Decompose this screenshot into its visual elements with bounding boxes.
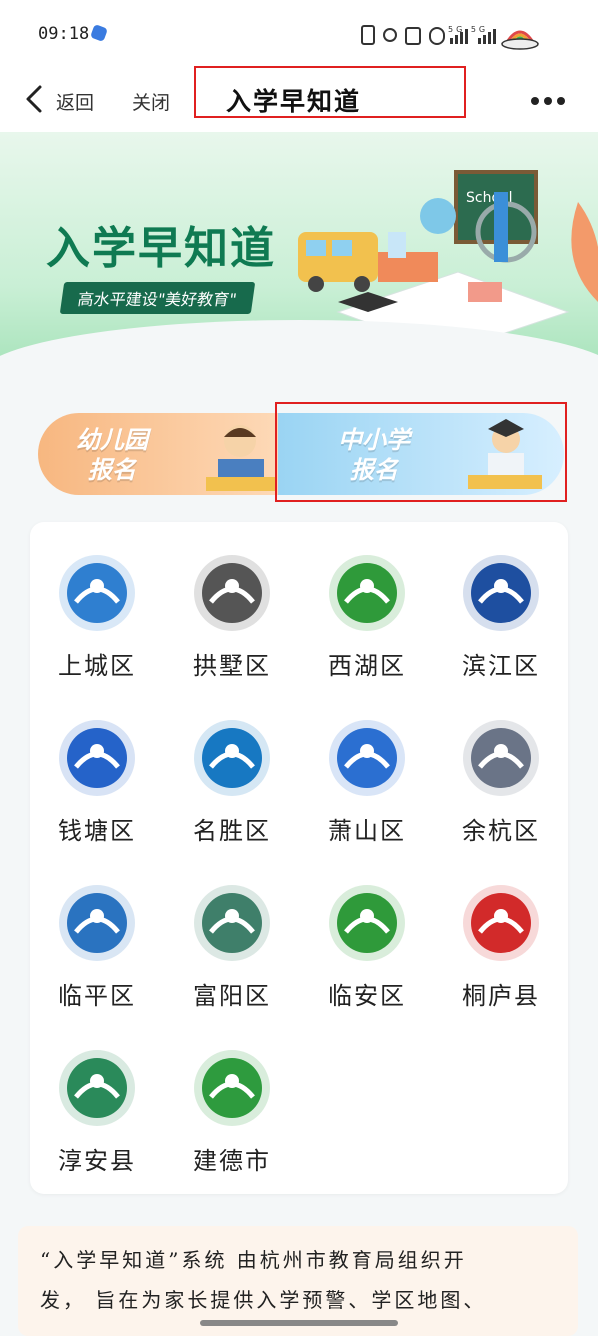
page-title: 入学早知道 [226,87,362,116]
xiaoshan-logo-icon [328,719,406,797]
hero-banner: 入学早知道 高水平建设"美好教育" School [0,132,598,390]
district-label: 名胜区 [193,817,271,845]
district-item[interactable]: 富阳区 [165,852,299,1012]
close-button[interactable]: 关闭 [132,88,170,115]
binjiang-logo-icon [462,554,540,632]
banner-title: 入学早知道 [46,223,276,274]
district-grid: 上城区 拱墅区 西湖区 滨江区钱塘区 名胜区 萧山区 余杭区临平区 富阳区 临安区 桐庐县淳安县 建… [30,522,568,1194]
district-item[interactable]: 滨江区 [434,522,568,682]
district-item[interactable]: 拱墅区 [165,522,299,682]
home-indicator[interactable] [200,1320,398,1326]
status-bar: 09:18 5G 5G [0,0,598,70]
chunan-logo-icon [58,1049,136,1127]
district-item[interactable]: 临安区 [300,852,434,1012]
banner-subtitle: 高水平建设"美好教育" [59,282,255,314]
district-item[interactable]: 名胜区 [165,687,299,847]
status-icons-svg: 5G 5G [361,25,539,50]
district-label: 富阳区 [193,982,271,1010]
info-line-2: 发， 旨在为家长提供入学预警、学区地图、 [40,1288,487,1312]
district-label: 桐庐县 [462,982,540,1010]
district-label: 临安区 [328,982,406,1010]
qiantang-logo-icon [58,719,136,797]
district-item[interactable]: 淳安县 [30,1017,164,1177]
district-item[interactable]: 上城区 [30,522,164,682]
kindergarten-label-line2: 报名 [88,456,136,484]
district-item[interactable]: 钱塘区 [30,687,164,847]
district-item[interactable]: 临平区 [30,852,164,1012]
district-label: 上城区 [58,652,136,680]
district-label: 拱墅区 [193,652,271,680]
back-arrow-icon[interactable] [22,84,48,114]
district-label: 钱塘区 [58,817,136,845]
shangcheng-logo-icon [58,554,136,632]
more-options-icon[interactable] [530,96,566,106]
district-label: 淳安县 [58,1147,136,1175]
linan-logo-icon [328,884,406,962]
fuyang-logo-icon [193,884,271,962]
signal-icons: 5G 5G [358,20,558,54]
district-card: 上城区 拱墅区 西湖区 滨江区钱塘区 名胜区 萧山区 余杭区临平区 富阳区 临安区 桐庐县淳安县 建… [30,522,568,1194]
district-item[interactable]: 桐庐县 [434,852,568,1012]
tonglu-logo-icon [462,884,540,962]
district-label: 萧山区 [328,817,406,845]
linping-logo-icon [58,884,136,962]
gongshu-logo-icon [193,554,271,632]
district-label: 滨江区 [462,652,540,680]
district-label: 余杭区 [462,817,540,845]
status-time: 09:18 [38,24,90,44]
app-notification-icon [90,24,108,42]
xihu-logo-icon [328,554,406,632]
district-label: 西湖区 [328,652,406,680]
mingsheng-logo-icon [193,719,271,797]
info-line-1: “入学早知道”系统 由杭州市教育局组织开 [40,1248,467,1272]
kindergarten-label-line1: 幼儿园 [76,426,148,454]
district-label: 临平区 [58,982,136,1010]
nav-bar: 返回 关闭 入学早知道 [0,66,598,132]
jiande-logo-icon [193,1049,271,1127]
district-item[interactable]: 建德市 [165,1017,299,1177]
child-reading-icon [206,425,276,491]
district-label: 建德市 [193,1147,271,1175]
district-item[interactable]: 余杭区 [434,687,568,847]
svg-text:5G 5G: 5G 5G [448,25,488,34]
primary-highlight-box [275,402,567,502]
district-item[interactable]: 西湖区 [300,522,434,682]
back-button[interactable]: 返回 [56,88,94,115]
district-item[interactable]: 萧山区 [300,687,434,847]
info-text: “入学早知道”系统 由杭州市教育局组织开 发， 旨在为家长提供入学预警、学区地图… [40,1240,564,1320]
yuhang-logo-icon [462,719,540,797]
